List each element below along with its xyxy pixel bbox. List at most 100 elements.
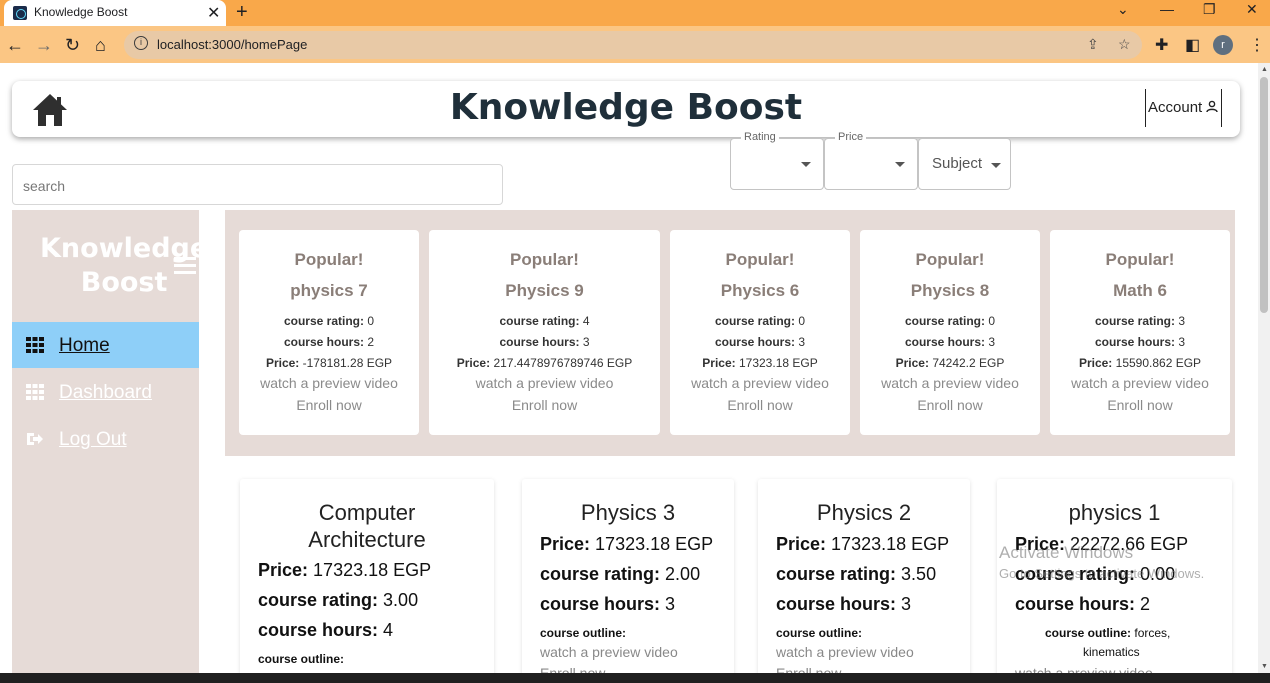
grid-icon xyxy=(26,337,44,353)
course-hours: course hours: 3 xyxy=(1094,335,1186,349)
preview-video-link[interactable]: watch a preview video xyxy=(239,375,419,391)
side-panel-icon[interactable]: ◧ xyxy=(1185,35,1200,55)
enroll-link[interactable]: Enroll now xyxy=(776,665,841,673)
preview-video-link[interactable]: watch a preview video xyxy=(776,644,914,660)
browser-tab[interactable]: Knowledge Boost ✕ xyxy=(4,0,226,26)
course-hours: course hours: 3 xyxy=(499,335,590,349)
sidebar-item-label: Home xyxy=(59,335,110,356)
close-window-button[interactable]: ✕ xyxy=(1246,1,1258,18)
sidebar-item-home[interactable]: Home xyxy=(12,322,199,368)
course-rating: course rating: 2.00 xyxy=(540,564,701,584)
url-field[interactable]: i localhost:3000/homePage ⇪ ☆ xyxy=(124,31,1142,59)
restore-button[interactable]: ❐ xyxy=(1203,1,1216,18)
hamburger-menu-icon[interactable] xyxy=(174,257,196,278)
scroll-up-arrow-icon[interactable]: ▲ xyxy=(1261,66,1268,73)
logout-icon xyxy=(27,433,43,445)
preview-video-link[interactable]: watch a preview video xyxy=(1050,375,1230,391)
popular-badge: Popular! xyxy=(294,250,364,269)
sidebar: Knowledge Boost Home Dashboard Log Out xyxy=(12,210,208,673)
course-card[interactable]: Physics 2 Price: 17323.18 EGP course rat… xyxy=(758,479,970,673)
rating-filter[interactable]: Rating xyxy=(730,131,824,190)
course-title: Physics 2 xyxy=(816,500,912,525)
browser-tab-bar: Knowledge Boost ✕ + ⌄ — ❐ ✕ xyxy=(0,0,1270,26)
subject-filter-label: Subject xyxy=(932,155,983,172)
popular-badge: Popular! xyxy=(1105,250,1175,269)
popular-courses-section: Popular! physics 7 course rating: 0 cour… xyxy=(225,210,1235,456)
course-outline-label: course outline: xyxy=(258,652,345,666)
enroll-link[interactable]: Enroll now xyxy=(429,397,660,413)
course-price: Price: -178181.28 EGP xyxy=(265,356,393,370)
url-text: localhost:3000/homePage xyxy=(157,37,308,52)
course-hours: course hours: 4 xyxy=(258,620,394,640)
activate-windows-watermark: Activate Windows xyxy=(999,543,1134,562)
new-tab-button[interactable]: + xyxy=(236,1,248,24)
course-outline: course outline: forces, xyxy=(1045,626,1171,640)
course-name: Physics 6 xyxy=(720,281,800,300)
popular-course-card[interactable]: Popular! physics 7 course rating: 0 cour… xyxy=(239,230,419,435)
scroll-down-arrow-icon[interactable]: ▼ xyxy=(1261,663,1268,670)
scrollbar-thumb[interactable] xyxy=(1260,77,1268,313)
course-hours: course hours: 3 xyxy=(904,335,996,349)
account-button[interactable]: Account xyxy=(1145,89,1222,127)
activate-windows-subtext: Go to Settings to activate Windows. xyxy=(999,566,1205,581)
popular-course-card[interactable]: Popular! Physics 6 course rating: 0 cour… xyxy=(670,230,850,435)
enroll-link[interactable]: Enroll now xyxy=(670,397,850,413)
close-tab-icon[interactable]: ✕ xyxy=(207,3,220,23)
tab-title: Knowledge Boost xyxy=(34,5,128,19)
account-label: Account xyxy=(1148,99,1203,116)
popular-course-card[interactable]: Popular! Physics 9 course rating: 4 cour… xyxy=(429,230,660,435)
preview-video-link[interactable]: watch a preview video xyxy=(860,375,1040,391)
course-card[interactable]: Computer Architecture Price: 17323.18 EG… xyxy=(240,479,494,673)
tab-search-icon[interactable]: ⌄ xyxy=(1117,1,1129,18)
web-page: Knowledge Boost Account Rating Price Sub… xyxy=(0,63,1258,673)
home-browser-icon[interactable]: ⌂ xyxy=(95,35,106,56)
page-title: Knowledge Boost xyxy=(449,87,803,128)
subject-filter[interactable]: Subject xyxy=(918,138,1011,190)
price-filter[interactable]: Price xyxy=(824,131,918,190)
sidebar-item-label: Log Out xyxy=(59,429,127,450)
preview-video-link[interactable]: watch a preview video xyxy=(540,644,678,660)
course-card[interactable]: Physics 3 Price: 17323.18 EGP course rat… xyxy=(522,479,734,673)
enroll-link[interactable]: Enroll now xyxy=(239,397,419,413)
site-info-icon[interactable]: i xyxy=(134,36,148,50)
profile-avatar[interactable]: r xyxy=(1213,35,1233,55)
enroll-link[interactable]: Enroll now xyxy=(540,665,605,673)
react-favicon-icon xyxy=(13,6,27,20)
grid-icon xyxy=(26,384,44,400)
browser-menu-icon[interactable]: ⋮ xyxy=(1249,35,1265,55)
back-icon[interactable]: ← xyxy=(6,35,24,56)
preview-video-link[interactable]: watch a preview video xyxy=(429,375,660,391)
price-filter-label: Price xyxy=(835,131,867,143)
minimize-button[interactable]: — xyxy=(1160,1,1174,17)
enroll-link[interactable]: Enroll now xyxy=(860,397,1040,413)
popular-course-card[interactable]: Popular! Physics 8 course rating: 0 cour… xyxy=(860,230,1040,435)
chevron-down-icon xyxy=(991,163,1001,168)
course-price: Price: 17323.18 EGP xyxy=(540,534,714,554)
popular-badge: Popular! xyxy=(510,250,579,269)
bookmark-star-icon[interactable]: ☆ xyxy=(1118,36,1131,53)
top-header: Knowledge Boost Account xyxy=(12,81,1240,137)
popular-course-card[interactable]: Popular! Math 6 course rating: 3 course … xyxy=(1050,230,1230,435)
os-taskbar xyxy=(0,673,1270,683)
extensions-icon[interactable]: ✚ xyxy=(1155,35,1168,55)
course-rating: course rating: 4 xyxy=(499,314,590,328)
course-hours: course hours: 2 xyxy=(283,335,375,349)
forward-icon[interactable]: → xyxy=(35,35,53,56)
preview-video-link[interactable]: watch a preview video xyxy=(1015,665,1153,673)
course-price: Price: 17323.18 EGP xyxy=(702,356,818,370)
course-price: Price: 74242.2 EGP xyxy=(895,356,1005,370)
sidebar-item-logout[interactable]: Log Out xyxy=(12,416,199,462)
sidebar-item-dashboard[interactable]: Dashboard xyxy=(12,369,199,415)
course-outline-label: course outline: xyxy=(776,626,863,640)
course-hours: course hours: 3 xyxy=(540,594,676,614)
course-rating: course rating: 3.50 xyxy=(776,564,937,584)
search-input[interactable]: search xyxy=(12,164,503,205)
share-icon[interactable]: ⇪ xyxy=(1087,36,1099,53)
enroll-link[interactable]: Enroll now xyxy=(1050,397,1230,413)
chevron-down-icon xyxy=(895,162,905,167)
page-scrollbar[interactable]: ▲ ▼ xyxy=(1258,63,1270,673)
reload-icon[interactable]: ↻ xyxy=(65,35,80,56)
preview-video-link[interactable]: watch a preview video xyxy=(670,375,850,391)
course-title: Computer Architecture xyxy=(308,500,426,552)
course-price: Price: 217.4478976789746 EGP xyxy=(456,356,633,370)
